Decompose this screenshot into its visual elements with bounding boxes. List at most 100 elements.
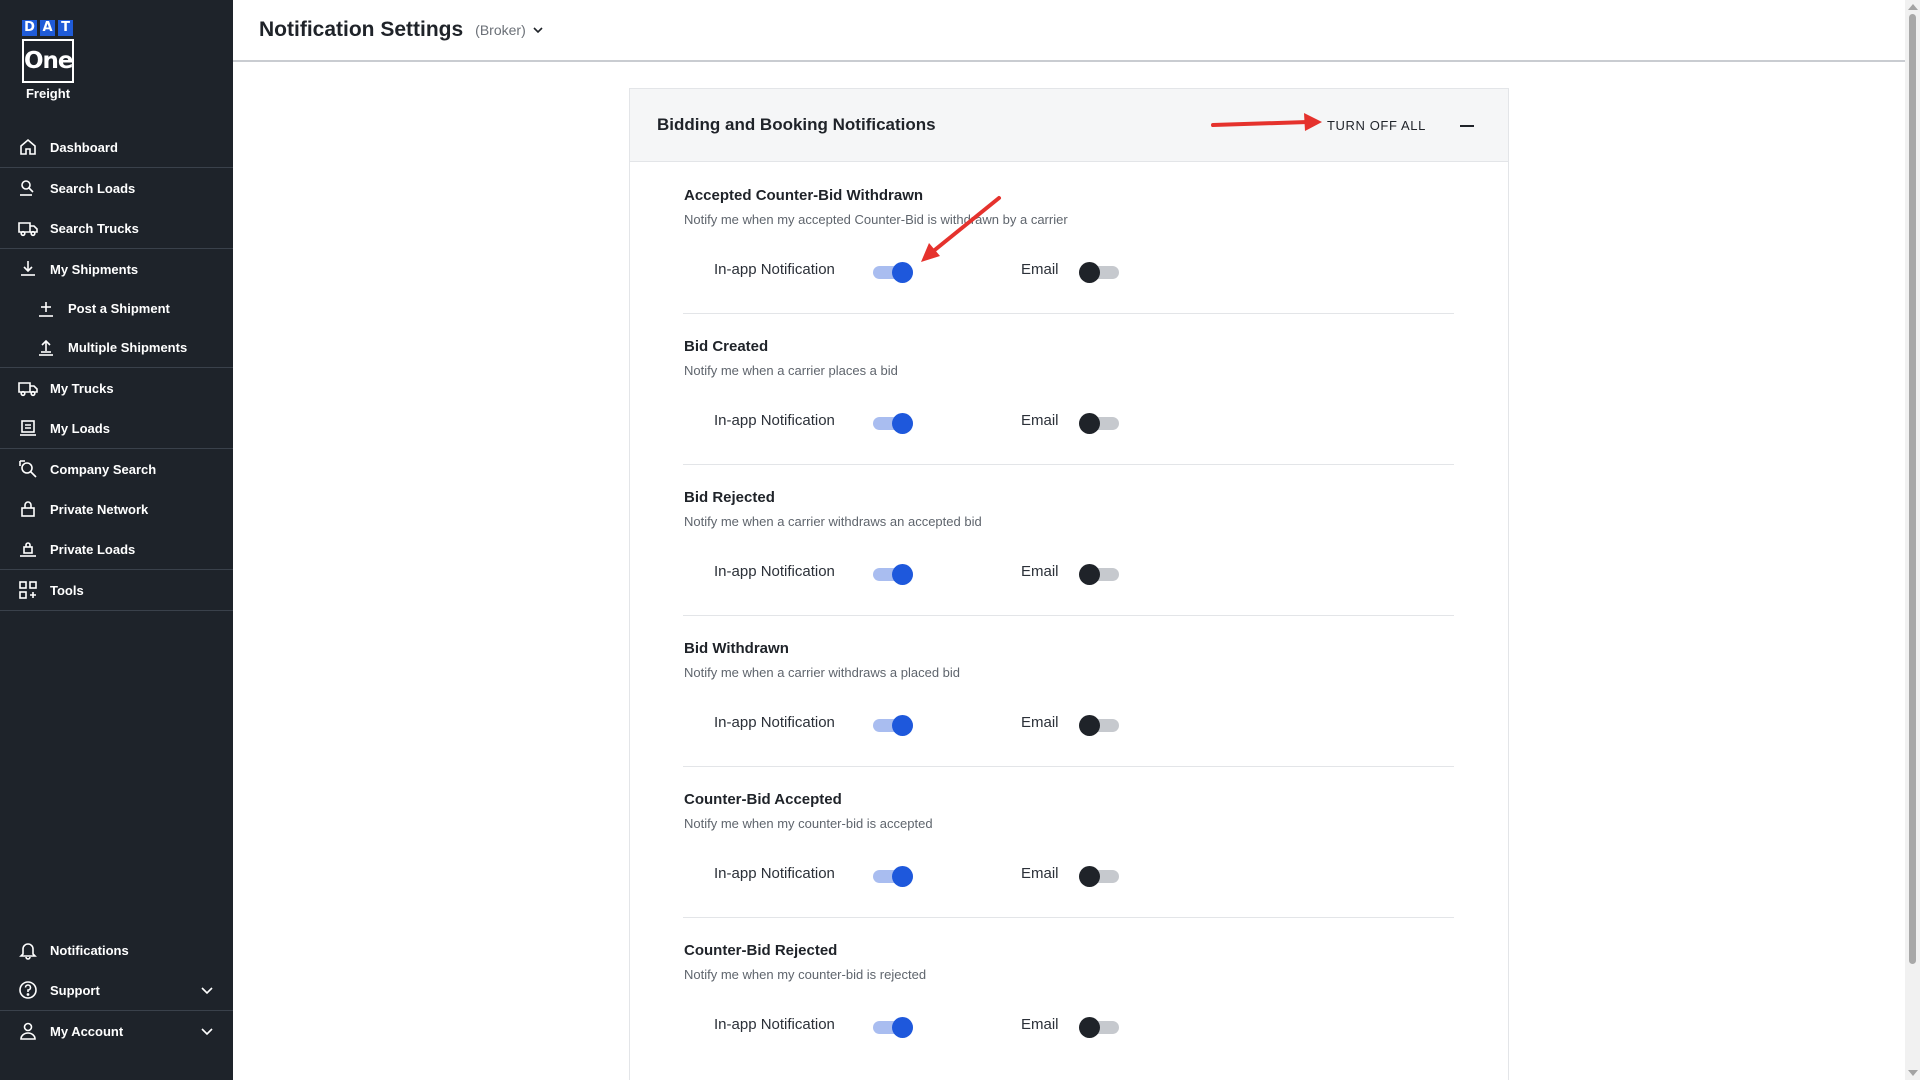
- in-app-toggle[interactable]: [873, 1015, 913, 1039]
- sidebar-item-notifications[interactable]: Notifications: [0, 930, 233, 970]
- logo-letter: D: [22, 20, 37, 36]
- loads-icon: [18, 418, 38, 438]
- email-toggle[interactable]: [1079, 260, 1119, 284]
- download-icon: [18, 259, 38, 279]
- bell-icon: [18, 940, 38, 960]
- notification-section: Counter-Bid Accepted Notify me when my co…: [683, 767, 1454, 918]
- section-description: Notify me when my accepted Counter-Bid i…: [684, 212, 1068, 227]
- scroll-thumb[interactable]: [1909, 14, 1916, 964]
- chevron-down-icon[interactable]: [199, 982, 215, 998]
- sidebar-item-private-network[interactable]: Private Network: [0, 489, 233, 529]
- toggle-knob: [892, 564, 913, 585]
- grid-icon: [18, 580, 38, 600]
- email-toggle[interactable]: [1079, 1015, 1119, 1039]
- sidebar-bottom: Notifications Support My Account: [0, 930, 233, 1051]
- sidebar-item-label: My Trucks: [50, 380, 114, 396]
- section-title: Bid Created: [684, 338, 769, 355]
- turn-off-all-button[interactable]: TURN OFF ALL: [1327, 118, 1426, 133]
- sidebar-item-my-shipments[interactable]: My Shipments: [0, 249, 233, 289]
- email-label: Email: [1021, 412, 1059, 429]
- sidebar-item-my-trucks[interactable]: My Trucks: [0, 368, 233, 408]
- in-app-toggle[interactable]: [873, 411, 913, 435]
- role-dropdown[interactable]: (Broker): [475, 22, 545, 38]
- in-app-toggle[interactable]: [873, 864, 913, 888]
- sidebar-item-label: My Loads: [50, 420, 110, 436]
- role-label: (Broker): [475, 22, 526, 38]
- sidebar-item-my-loads[interactable]: My Loads: [0, 408, 233, 448]
- email-toggle[interactable]: [1079, 562, 1119, 586]
- logo-one: One: [22, 39, 74, 83]
- sidebar-item-support[interactable]: Support: [0, 970, 233, 1010]
- truck-icon: [18, 378, 38, 398]
- sidebar-item-label: My Account: [50, 1023, 124, 1039]
- sidebar-item-label: Tools: [50, 582, 84, 598]
- truck-icon: [18, 218, 38, 238]
- in-app-notification-label: In-app Notification: [714, 714, 835, 731]
- sidebar-item-multiple-shipments[interactable]: Multiple Shipments: [0, 328, 233, 367]
- sidebar-item-label: Multiple Shipments: [68, 340, 188, 355]
- sidebar-item-label: Private Network: [50, 501, 149, 517]
- section-title: Counter-Bid Accepted: [684, 791, 842, 808]
- toggle-knob: [1079, 715, 1100, 736]
- sidebar-item-label: My Shipments: [50, 261, 139, 277]
- toggle-knob: [892, 413, 913, 434]
- section-title: Counter-Bid Rejected: [684, 942, 838, 959]
- email-toggle[interactable]: [1079, 864, 1119, 888]
- company-search-icon: [18, 459, 38, 479]
- collapse-icon[interactable]: [1460, 125, 1474, 127]
- in-app-notification-label: In-app Notification: [714, 261, 835, 278]
- card-header: Bidding and Booking Notifications TURN O…: [630, 89, 1508, 162]
- sidebar-item-search-trucks[interactable]: Search Trucks: [0, 208, 233, 248]
- section-title: Bid Withdrawn: [684, 640, 789, 657]
- post-icon: [36, 299, 56, 319]
- sidebar-item-post-a-shipment[interactable]: Post a Shipment: [0, 289, 233, 328]
- toggle-knob: [1079, 564, 1100, 585]
- in-app-toggle[interactable]: [873, 260, 913, 284]
- sidebar-item-label: Support: [50, 982, 100, 998]
- sidebar-item-company-search[interactable]: Company Search: [0, 449, 233, 489]
- section-description: Notify me when a carrier withdraws an ac…: [684, 514, 982, 529]
- section-description: Notify me when my counter-bid is rejecte…: [684, 967, 927, 982]
- notification-card: Bidding and Booking Notifications TURN O…: [629, 88, 1509, 1080]
- in-app-toggle[interactable]: [873, 713, 913, 737]
- sidebar-item-dashboard[interactable]: Dashboard: [0, 127, 233, 167]
- page-header: Notification Settings (Broker): [233, 0, 1905, 62]
- in-app-toggle[interactable]: [873, 562, 913, 586]
- sidebar-item-search-loads[interactable]: Search Loads: [0, 168, 233, 208]
- page-title: Notification Settings: [259, 18, 464, 41]
- toggle-knob: [1079, 866, 1100, 887]
- logo-freight: Freight: [25, 86, 71, 101]
- toggle-knob: [892, 866, 913, 887]
- sidebar-nav: Dashboard Search Loads Search Trucks My …: [0, 127, 233, 611]
- email-toggle[interactable]: [1079, 411, 1119, 435]
- sidebar-item-private-loads[interactable]: Private Loads: [0, 529, 233, 569]
- chevron-down-icon[interactable]: [199, 1023, 215, 1039]
- toggle-knob: [892, 715, 913, 736]
- section-description: Notify me when my counter-bid is accepte…: [684, 816, 933, 831]
- section-description: Notify me when a carrier places a bid: [684, 363, 898, 378]
- sidebar-item-my-account[interactable]: My Account: [0, 1011, 233, 1051]
- email-label: Email: [1021, 563, 1059, 580]
- dat-one-logo[interactable]: D A T One Freight: [22, 20, 74, 101]
- sidebar: D A T One Freight Dashboard Search Loads…: [0, 0, 233, 1080]
- sidebar-item-label: Company Search: [50, 461, 157, 477]
- sidebar-item-label: Search Loads: [50, 180, 136, 196]
- notification-section: Counter-Bid Rejected Notify me when my co…: [683, 918, 1454, 1069]
- logo-dat: D A T: [22, 20, 74, 36]
- sidebar-item-label: Notifications: [50, 942, 129, 958]
- divider: [0, 610, 233, 611]
- scroll-down-arrow[interactable]: [1908, 1070, 1918, 1076]
- scroll-up-arrow[interactable]: [1908, 4, 1918, 10]
- logo-letter: T: [58, 20, 73, 36]
- email-label: Email: [1021, 1016, 1059, 1033]
- scrollbar[interactable]: [1905, 0, 1920, 1080]
- email-toggle[interactable]: [1079, 713, 1119, 737]
- in-app-notification-label: In-app Notification: [714, 865, 835, 882]
- sidebar-item-tools[interactable]: Tools: [0, 570, 233, 610]
- private-loads-icon: [18, 539, 38, 559]
- email-label: Email: [1021, 714, 1059, 731]
- toggle-knob: [892, 262, 913, 283]
- notification-section: Bid Created Notify me when a carrier plac…: [683, 314, 1454, 465]
- sidebar-item-label: Private Loads: [50, 541, 136, 557]
- logo-letter: A: [40, 20, 55, 36]
